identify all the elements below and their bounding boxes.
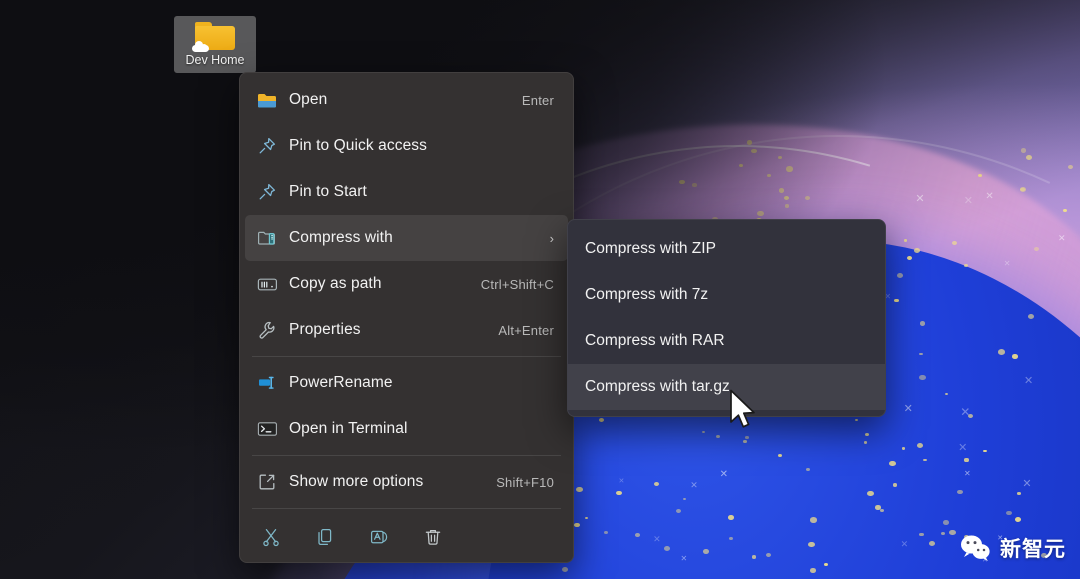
menu-item-open[interactable]: Open Enter (245, 77, 568, 123)
submenu-item-compress-7z[interactable]: Compress with 7z (568, 272, 885, 318)
context-menu-action-bar (240, 512, 573, 562)
folder-icon (245, 92, 289, 109)
menu-item-label: Pin to Start (289, 183, 554, 201)
menu-item-properties[interactable]: Properties Alt+Enter (245, 307, 568, 353)
mouse-cursor (729, 389, 759, 433)
compress-folder-icon (245, 229, 289, 247)
pin-icon (245, 136, 289, 156)
menu-item-pin-to-quick-access[interactable]: Pin to Quick access (245, 123, 568, 169)
submenu-item-label: Compress with 7z (585, 286, 708, 304)
menu-separator (252, 356, 561, 357)
menu-item-compress-with[interactable]: Compress with › (245, 215, 568, 261)
menu-item-powerrename[interactable]: PowerRename (245, 360, 568, 406)
watermark-text: 新智元 (1000, 533, 1066, 563)
menu-item-pin-to-start[interactable]: Pin to Start (245, 169, 568, 215)
compress-with-submenu: Compress with ZIP Compress with 7z Compr… (567, 219, 886, 417)
submenu-item-label: Compress with ZIP (585, 240, 716, 258)
watermark: 新智元 (959, 533, 1066, 563)
cut-icon (261, 527, 281, 547)
terminal-icon (245, 421, 289, 437)
menu-separator (252, 455, 561, 456)
submenu-item-compress-targz[interactable]: Compress with tar.gz (568, 364, 885, 410)
cut-button[interactable] (244, 517, 298, 557)
submenu-item-compress-zip[interactable]: Compress with ZIP (568, 226, 885, 272)
wrench-icon (245, 320, 289, 340)
chevron-right-icon: › (550, 231, 568, 246)
menu-item-label: Show more options (289, 473, 496, 491)
powerrename-icon (245, 374, 289, 392)
wechat-icon (959, 534, 993, 562)
rename-icon (369, 527, 389, 547)
menu-item-show-more-options[interactable]: Show more options Shift+F10 (245, 459, 568, 505)
pin-icon (245, 182, 289, 202)
submenu-item-compress-rar[interactable]: Compress with RAR (568, 318, 885, 364)
copy-button[interactable] (298, 517, 352, 557)
menu-item-accelerator: Enter (522, 93, 568, 108)
delete-icon (423, 527, 443, 547)
copy-path-icon (245, 276, 289, 293)
delete-button[interactable] (406, 517, 460, 557)
menu-separator (252, 508, 561, 509)
context-menu: Open Enter Pin to Quick access Pin to St… (239, 72, 574, 563)
menu-item-label: Properties (289, 321, 498, 339)
menu-item-accelerator: Alt+Enter (498, 323, 568, 338)
menu-item-label: Open in Terminal (289, 420, 554, 438)
desktop-icon-dev-home[interactable]: Dev Home (174, 16, 256, 73)
menu-item-label: Pin to Quick access (289, 137, 554, 155)
submenu-item-label: Compress with RAR (585, 332, 725, 350)
menu-item-accelerator: Shift+F10 (496, 475, 568, 490)
submenu-item-label: Compress with tar.gz (585, 378, 730, 396)
copy-icon (315, 527, 335, 547)
menu-item-copy-as-path[interactable]: Copy as path Ctrl+Shift+C (245, 261, 568, 307)
menu-item-label: Open (289, 91, 522, 109)
menu-item-label: Compress with (289, 229, 550, 247)
rename-button[interactable] (352, 517, 406, 557)
folder-onedrive-icon (194, 20, 236, 51)
menu-item-label: PowerRename (289, 374, 554, 392)
menu-item-open-in-terminal[interactable]: Open in Terminal (245, 406, 568, 452)
show-more-icon (245, 472, 289, 492)
desktop-icon-label: Dev Home (185, 53, 244, 67)
menu-item-accelerator: Ctrl+Shift+C (481, 277, 568, 292)
menu-item-label: Copy as path (289, 275, 481, 293)
